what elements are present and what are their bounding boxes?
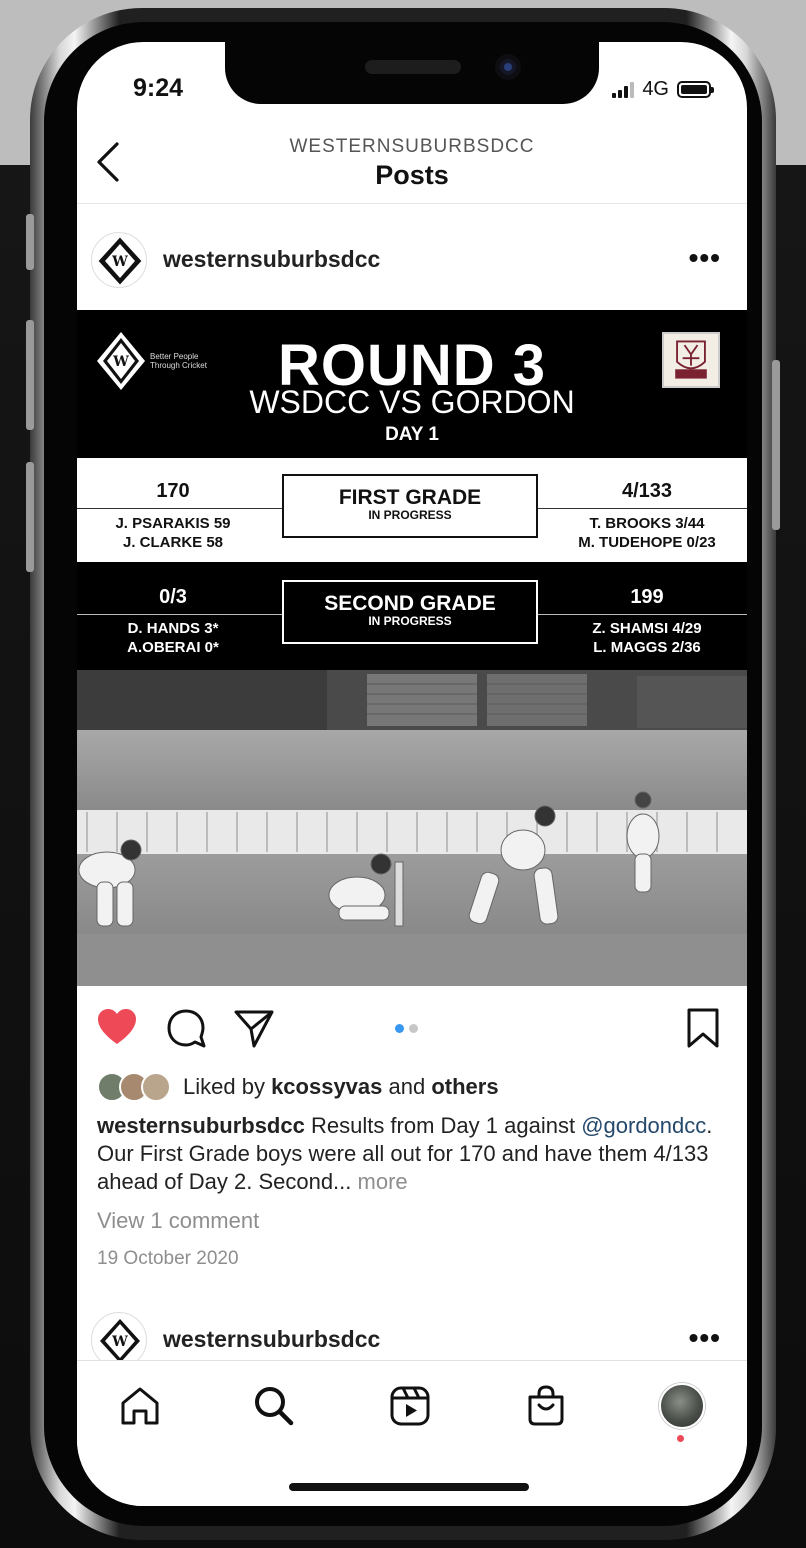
share-icon[interactable] — [232, 1006, 276, 1050]
bookmark-icon[interactable] — [681, 1006, 725, 1050]
post-username[interactable]: westernsuburbsdcc — [163, 246, 380, 273]
player-stat: T. BROOKS 3/44 — [589, 515, 705, 532]
home-indicator — [289, 1483, 529, 1491]
player-stat: J. CLARKE 58 — [122, 534, 224, 551]
heart-icon[interactable] — [95, 1006, 139, 1050]
carousel-dot — [409, 1024, 418, 1033]
signal-icon — [612, 81, 635, 98]
player-stat: A.OBERAI 0* — [127, 639, 219, 656]
player-stat: J. PSARAKIS 59 — [115, 515, 231, 532]
comment-icon[interactable] — [165, 1006, 209, 1050]
caption-mention[interactable]: @gordondcc — [581, 1113, 706, 1138]
notification-dot — [677, 1435, 684, 1442]
post-actions — [77, 986, 747, 1070]
player-stat: L. MAGGS 2/36 — [593, 639, 701, 656]
grade-status: IN PROGRESS — [368, 508, 452, 522]
post-more-button[interactable]: ••• — [689, 1322, 721, 1354]
cricket-photo — [77, 670, 747, 986]
player-stat: M. TUDEHOPE 0/23 — [578, 534, 716, 551]
nav-account-name: WESTERNSUBURBSDCC — [289, 136, 535, 157]
carousel-indicator — [395, 1024, 418, 1033]
score: 0/3 — [159, 586, 187, 608]
power-button — [772, 360, 780, 530]
likes-summary[interactable]: Liked by kcossyvas and others — [97, 1070, 499, 1104]
score: 170 — [156, 480, 190, 502]
view-comments-link[interactable]: View 1 comment — [97, 1208, 259, 1234]
second-grade-box: SECOND GRADE IN PROGRESS — [282, 580, 538, 644]
svg-text:W: W — [111, 254, 128, 270]
score: 199 — [630, 586, 664, 608]
gordon-crest-icon — [675, 340, 707, 379]
day-label: DAY 1 — [385, 424, 439, 445]
caption-more-link[interactable]: more — [358, 1169, 408, 1194]
screen: 9:24 4G WESTERNSUBURBSDCC Posts W wester… — [77, 42, 747, 1506]
liker-avatars — [97, 1072, 175, 1102]
shop-icon[interactable] — [523, 1383, 569, 1429]
grade-label: SECOND GRADE — [324, 592, 496, 615]
volume-down-button — [26, 462, 34, 572]
avatar — [141, 1072, 171, 1102]
gordon-club-logo — [662, 332, 720, 388]
second-grade-left: 0/3 D. HANDS 3* A.OBERAI 0* — [77, 586, 269, 657]
search-icon[interactable] — [251, 1383, 297, 1429]
liked-by-text: Liked by — [183, 1074, 272, 1099]
earpiece — [365, 60, 461, 74]
front-camera — [495, 54, 521, 80]
account-avatar[interactable]: W — [91, 232, 147, 288]
post-header: W westernsuburbsdcc ••• — [77, 232, 747, 312]
second-grade-right: 199 Z. SHAMSI 4/29 L. MAGGS 2/36 — [547, 586, 747, 657]
svg-text:W: W — [111, 1334, 128, 1350]
profile-avatar[interactable] — [659, 1383, 705, 1429]
battery-icon — [677, 81, 714, 98]
page-title: Posts — [375, 160, 449, 190]
home-icon[interactable] — [117, 1383, 163, 1429]
status-time: 9:24 — [133, 74, 184, 102]
match-title: WSDCC VS GORDON — [249, 384, 575, 420]
bottom-tab-bar — [77, 1360, 747, 1506]
player-stat: Z. SHAMSI 4/29 — [592, 620, 702, 637]
caption-text: Results from Day 1 against — [304, 1113, 582, 1138]
caption-username[interactable]: westernsuburbsdcc — [97, 1113, 305, 1138]
post-username[interactable]: westernsuburbsdcc — [163, 1326, 380, 1353]
mute-switch — [26, 214, 34, 270]
grade-label: FIRST GRADE — [338, 486, 482, 509]
top-nav: WESTERNSUBURBSDCC Posts — [77, 126, 747, 204]
status-indicators: 4G — [612, 78, 714, 101]
notch — [225, 42, 599, 104]
club-logo-icon: W — [98, 237, 142, 285]
liked-by-user[interactable]: kcossyvas — [271, 1074, 382, 1100]
carousel-dot-active — [395, 1024, 404, 1033]
network-label: 4G — [642, 78, 669, 100]
reels-icon[interactable] — [387, 1383, 433, 1429]
liked-and-text: and — [382, 1074, 432, 1099]
post-caption: westernsuburbsdcc Results from Day 1 aga… — [97, 1112, 727, 1196]
grade-status: IN PROGRESS — [368, 614, 452, 628]
first-grade-right: 4/133 T. BROOKS 3/44 M. TUDEHOPE 0/23 — [547, 480, 747, 552]
first-grade-box: FIRST GRADE IN PROGRESS — [282, 474, 538, 538]
post-image[interactable]: W Better People Through Cricket ROUND 3 … — [77, 310, 747, 986]
post-date: 19 October 2020 — [97, 1248, 239, 1269]
player-stat: D. HANDS 3* — [127, 620, 219, 637]
volume-up-button — [26, 320, 34, 430]
liked-others[interactable]: others — [431, 1074, 498, 1100]
first-grade-left: 170 J. PSARAKIS 59 J. CLARKE 58 — [77, 480, 269, 552]
post-more-button[interactable]: ••• — [689, 242, 721, 274]
score: 4/133 — [621, 480, 673, 502]
